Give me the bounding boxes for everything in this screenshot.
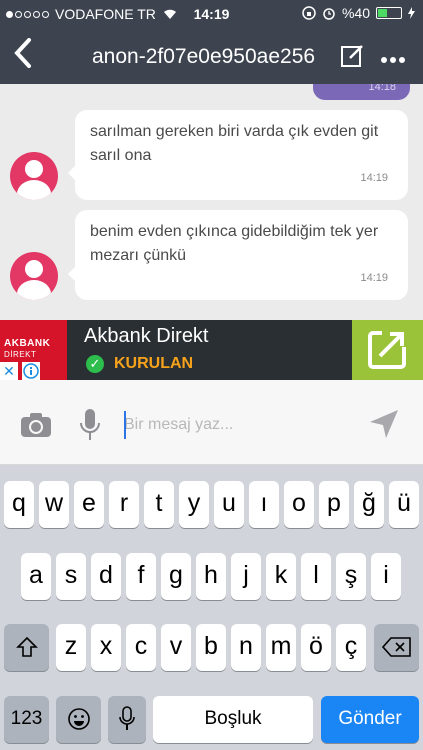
key[interactable]: b	[196, 624, 226, 671]
avatar[interactable]	[10, 152, 58, 200]
dictation-key[interactable]	[108, 696, 146, 743]
chat-title: anon-2f07e0e950ae256	[92, 45, 316, 68]
status-bar: VODAFONE TR 14:19 %40	[0, 0, 423, 28]
emoji-key[interactable]	[56, 696, 101, 743]
key[interactable]: g	[161, 553, 191, 600]
key[interactable]: p	[319, 481, 349, 528]
key[interactable]: o	[284, 481, 314, 528]
text-cursor	[124, 411, 126, 439]
key[interactable]: ö	[301, 624, 331, 671]
key[interactable]: u	[214, 481, 244, 528]
back-button[interactable]	[8, 38, 38, 74]
more-options-button[interactable]	[380, 44, 406, 70]
key[interactable]: n	[231, 624, 261, 671]
ad-open-button[interactable]	[352, 320, 423, 380]
key[interactable]: r	[109, 481, 139, 528]
rotation-lock-icon	[302, 6, 316, 20]
more-icon	[381, 57, 405, 63]
space-key[interactable]: Boşluk	[153, 696, 313, 743]
key[interactable]: m	[266, 624, 296, 671]
microphone-icon	[119, 706, 135, 730]
message-time: 14:19	[360, 172, 388, 184]
key[interactable]: ş	[336, 553, 366, 600]
send-key[interactable]: Gönder	[321, 696, 419, 743]
key[interactable]: d	[91, 553, 121, 600]
key[interactable]: f	[126, 553, 156, 600]
key[interactable]: c	[126, 624, 156, 671]
key[interactable]: ğ	[354, 481, 384, 528]
message-text: sarılman gereken biri varda çık evden gi…	[90, 123, 379, 164]
key[interactable]: ı	[249, 481, 279, 528]
ad-headline: Akbank Direkt	[84, 325, 209, 347]
key[interactable]: z	[56, 624, 86, 671]
emoji-icon	[67, 708, 90, 730]
keyboard: q w e r t y u ı o p ğ ü a s d f g h j k …	[0, 465, 423, 750]
avatar[interactable]	[10, 252, 58, 300]
message-input[interactable]	[124, 413, 324, 437]
message-composer	[0, 380, 423, 465]
edit-icon	[341, 45, 363, 67]
message-bubble: benim evden çıkınca gidebildiğim tek yer…	[68, 210, 408, 300]
key[interactable]: a	[21, 553, 51, 600]
key[interactable]: y	[179, 481, 209, 528]
key[interactable]: t	[144, 481, 174, 528]
chat-header: anon-2f07e0e950ae256	[0, 28, 423, 84]
chevron-left-icon	[14, 38, 31, 68]
message-list[interactable]: 14:18 sarılman gereken biri varda çık ev…	[0, 84, 423, 320]
backspace-key[interactable]	[374, 624, 419, 671]
key[interactable]: ü	[389, 481, 419, 528]
key[interactable]: x	[91, 624, 121, 671]
microphone-icon	[80, 409, 100, 440]
ad-banner[interactable]: AKBANK DİREKT Akbank Direkt ✓ KURULAN	[0, 320, 423, 380]
previous-sent-bubble: 14:18	[313, 84, 410, 100]
message-text: benim evden çıkınca gidebildiğim tek yer…	[90, 223, 379, 264]
message-time: 14:19	[360, 272, 388, 284]
send-button[interactable]	[368, 408, 400, 440]
battery-icon	[376, 7, 402, 19]
key[interactable]: s	[56, 553, 86, 600]
shift-icon	[15, 636, 38, 657]
ad-close-button[interactable]: ✕	[0, 362, 18, 380]
send-icon	[370, 410, 398, 438]
alarm-icon	[323, 8, 335, 20]
key[interactable]: i	[371, 553, 401, 600]
key[interactable]: ç	[336, 624, 366, 671]
key[interactable]: h	[196, 553, 226, 600]
key[interactable]: j	[231, 553, 261, 600]
microphone-button[interactable]	[78, 408, 102, 442]
key[interactable]: q	[4, 481, 34, 528]
key[interactable]: l	[301, 553, 331, 600]
open-external-icon	[368, 329, 408, 369]
message-time: 14:18	[368, 84, 396, 93]
key[interactable]: e	[74, 481, 104, 528]
numbers-key[interactable]: 123	[4, 696, 49, 743]
message-bubble: sarılman gereken biri varda çık evden gi…	[68, 110, 408, 200]
info-icon	[23, 363, 39, 379]
camera-icon	[21, 413, 51, 437]
backspace-icon	[381, 637, 411, 657]
key[interactable]: w	[39, 481, 69, 528]
key[interactable]: v	[161, 624, 191, 671]
shift-key[interactable]	[4, 624, 49, 671]
ad-info-button[interactable]	[22, 362, 40, 380]
ad-cta[interactable]: KURULAN	[114, 355, 193, 373]
battery-percent: %40	[341, 5, 370, 21]
key[interactable]: k	[266, 553, 296, 600]
camera-button[interactable]	[20, 412, 52, 438]
charging-icon	[408, 7, 415, 19]
check-icon: ✓	[86, 355, 104, 373]
edit-button[interactable]	[340, 44, 364, 68]
